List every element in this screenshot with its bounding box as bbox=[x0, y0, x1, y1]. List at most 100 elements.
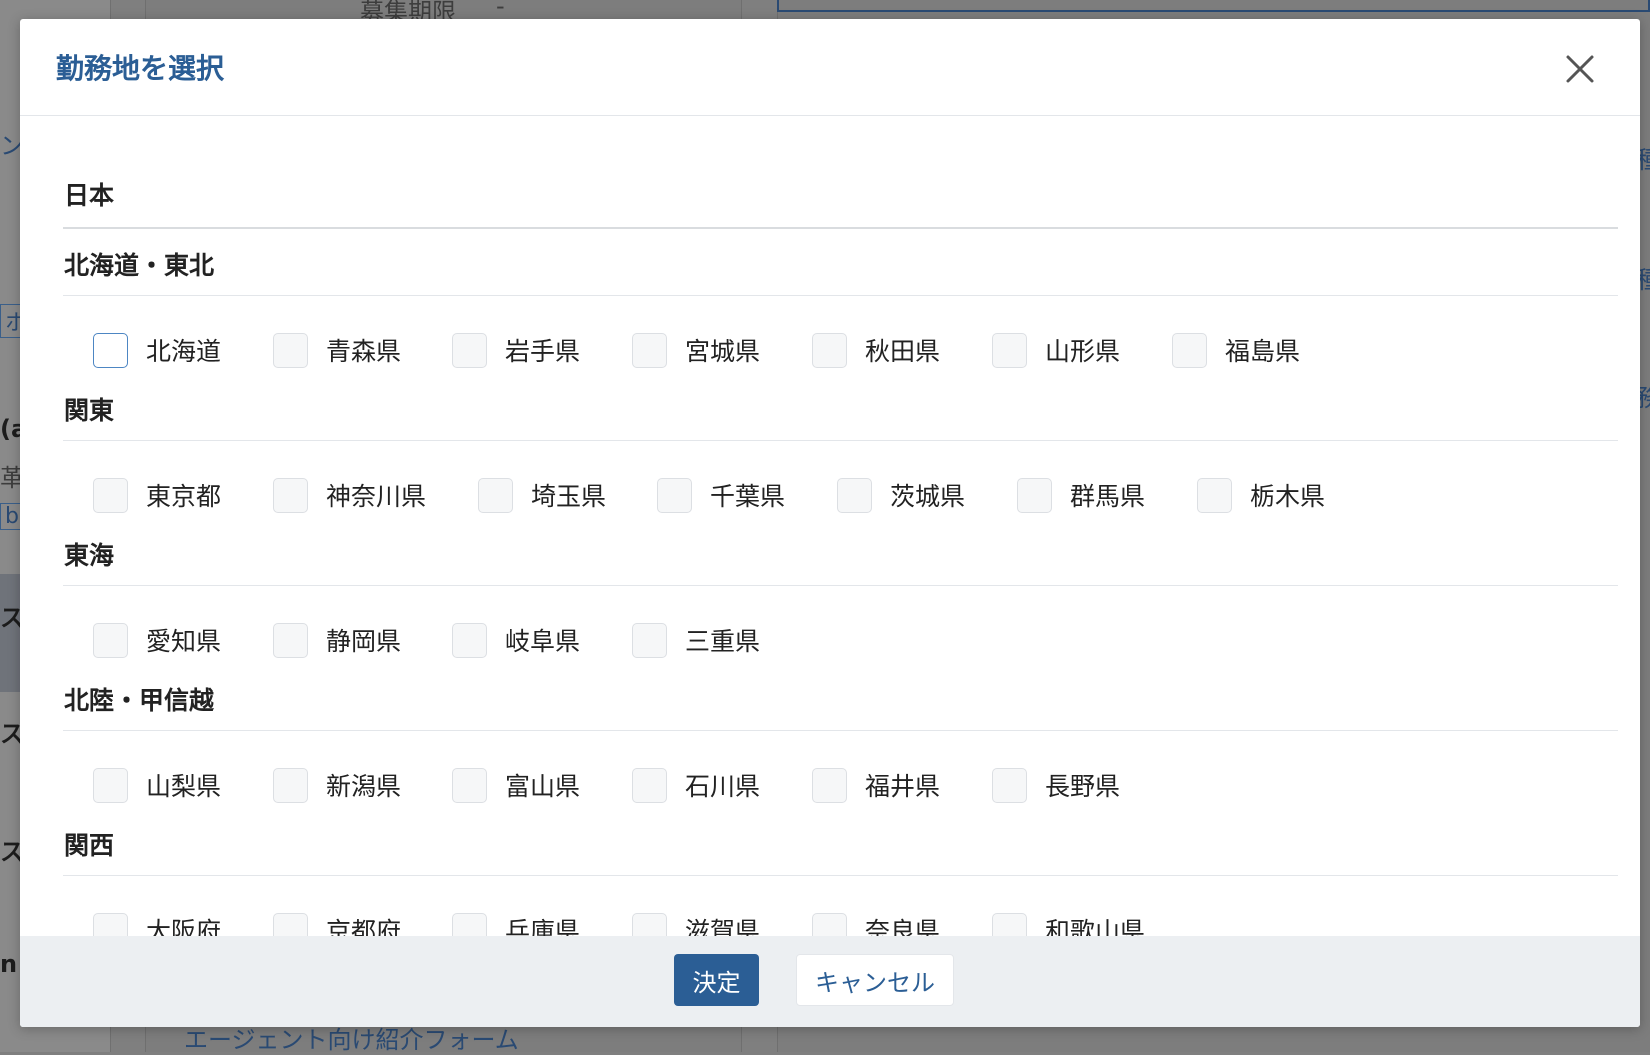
prefecture-label: 岐阜県 bbox=[505, 627, 581, 656]
prefecture-checkbox[interactable] bbox=[273, 477, 308, 513]
prefecture-option[interactable]: 山梨県 bbox=[93, 765, 221, 805]
modal-body[interactable]: 日本 北海道・東北北海道 青森県 岩手県 宮城県 秋田県 山形県 福島県関東東京都 神奈川県 埼… bbox=[20, 116, 1640, 936]
prefecture-checkbox[interactable] bbox=[812, 332, 847, 368]
prefecture-label: 京都府 bbox=[326, 917, 402, 936]
prefecture-label: 長野県 bbox=[1045, 772, 1121, 801]
prefecture-checkbox[interactable] bbox=[93, 767, 128, 803]
prefecture-checkbox[interactable] bbox=[452, 912, 487, 936]
prefecture-label: 東京都 bbox=[146, 482, 222, 511]
prefecture-label: 奈良県 bbox=[865, 917, 941, 936]
prefecture-checkbox[interactable] bbox=[992, 767, 1027, 803]
close-button[interactable] bbox=[1560, 49, 1600, 89]
prefecture-option[interactable]: 宮城県 bbox=[632, 330, 760, 370]
prefecture-option[interactable]: 秋田県 bbox=[812, 330, 940, 370]
background-input-box bbox=[777, 0, 1650, 12]
prefecture-checkbox[interactable] bbox=[273, 622, 308, 658]
prefecture-checkbox[interactable] bbox=[632, 767, 667, 803]
prefecture-option[interactable]: 青森県 bbox=[273, 330, 401, 370]
prefecture-option[interactable]: 岩手県 bbox=[452, 330, 580, 370]
prefecture-checkbox[interactable] bbox=[93, 912, 128, 936]
prefecture-checkbox[interactable] bbox=[992, 332, 1027, 368]
prefecture-option[interactable]: 愛知県 bbox=[93, 620, 221, 660]
prefecture-checkbox[interactable] bbox=[452, 622, 487, 658]
prefecture-checkbox[interactable] bbox=[812, 767, 847, 803]
modal-title: 勤務地を選択 bbox=[56, 52, 225, 85]
background-fragment: n bbox=[0, 950, 18, 978]
country-heading: 日本 bbox=[64, 181, 115, 210]
prefecture-label: 茨城県 bbox=[890, 482, 966, 511]
prefecture-option[interactable]: 滋賀県 bbox=[632, 910, 760, 936]
background-deadline-dash: - bbox=[496, 0, 505, 20]
prefecture-checkbox[interactable] bbox=[452, 767, 487, 803]
prefecture-label: 山形県 bbox=[1045, 337, 1121, 366]
region-divider bbox=[63, 585, 1618, 586]
prefecture-checkbox[interactable] bbox=[1017, 477, 1052, 513]
prefecture-checkbox[interactable] bbox=[1197, 477, 1232, 513]
modal-footer: 決定 キャンセル bbox=[20, 936, 1640, 1027]
prefecture-option[interactable]: 群馬県 bbox=[1017, 475, 1145, 515]
prefecture-label: 埼玉県 bbox=[531, 482, 607, 511]
prefecture-label: 和歌山県 bbox=[1045, 917, 1146, 936]
prefecture-checkbox[interactable] bbox=[273, 912, 308, 936]
prefecture-option[interactable]: 奈良県 bbox=[812, 910, 940, 936]
prefecture-checkbox[interactable] bbox=[837, 477, 872, 513]
prefecture-option[interactable]: 富山県 bbox=[452, 765, 580, 805]
prefecture-checkbox[interactable] bbox=[657, 477, 692, 513]
prefecture-label: 三重県 bbox=[685, 627, 761, 656]
prefecture-label: 宮城県 bbox=[685, 337, 761, 366]
prefecture-checkbox[interactable] bbox=[632, 332, 667, 368]
prefecture-checkbox[interactable] bbox=[632, 912, 667, 936]
prefecture-label: 大阪府 bbox=[146, 917, 222, 936]
prefecture-option[interactable]: 長野県 bbox=[992, 765, 1120, 805]
country-divider bbox=[63, 227, 1618, 229]
prefecture-checkbox[interactable] bbox=[273, 332, 308, 368]
prefecture-option[interactable]: 兵庫県 bbox=[452, 910, 580, 936]
prefecture-option[interactable]: 大阪府 bbox=[93, 910, 221, 936]
prefecture-option[interactable]: 福島県 bbox=[1172, 330, 1300, 370]
prefecture-label: 富山県 bbox=[505, 772, 581, 801]
prefecture-label: 秋田県 bbox=[865, 337, 941, 366]
prefecture-label: 福井県 bbox=[865, 772, 941, 801]
prefecture-checkbox[interactable] bbox=[992, 912, 1027, 936]
prefecture-option[interactable]: 新潟県 bbox=[273, 765, 401, 805]
prefecture-checkbox[interactable] bbox=[812, 912, 847, 936]
prefecture-option[interactable]: 神奈川県 bbox=[273, 475, 426, 515]
prefecture-checkbox[interactable] bbox=[93, 622, 128, 658]
confirm-button[interactable]: 決定 bbox=[674, 954, 759, 1006]
prefecture-checkbox[interactable] bbox=[1172, 332, 1207, 368]
close-icon bbox=[1566, 55, 1594, 83]
region-heading: 関西 bbox=[64, 831, 115, 860]
prefecture-option[interactable]: 北海道 bbox=[93, 330, 221, 370]
location-select-modal: 勤務地を選択 日本 北海道・東北北海道 青森県 岩手県 宮城県 秋田県 山形県 福島県関東東… bbox=[20, 19, 1640, 1027]
prefecture-checkbox[interactable] bbox=[632, 622, 667, 658]
prefecture-checkbox[interactable] bbox=[93, 332, 128, 368]
prefecture-option[interactable]: 三重県 bbox=[632, 620, 760, 660]
prefecture-checkbox[interactable] bbox=[273, 767, 308, 803]
prefecture-option[interactable]: 福井県 bbox=[812, 765, 940, 805]
prefecture-option[interactable]: 東京都 bbox=[93, 475, 221, 515]
cancel-button[interactable]: キャンセル bbox=[796, 954, 954, 1006]
prefecture-option[interactable]: 埼玉県 bbox=[478, 475, 606, 515]
prefecture-option[interactable]: 岐阜県 bbox=[452, 620, 580, 660]
region-divider bbox=[63, 295, 1618, 296]
prefecture-label: 滋賀県 bbox=[685, 917, 761, 936]
prefecture-option[interactable]: 和歌山県 bbox=[992, 910, 1145, 936]
prefecture-option[interactable]: 石川県 bbox=[632, 765, 760, 805]
prefecture-checkbox[interactable] bbox=[478, 477, 513, 513]
prefecture-label: 栃木県 bbox=[1250, 482, 1326, 511]
prefecture-checkbox[interactable] bbox=[452, 332, 487, 368]
prefecture-label: 兵庫県 bbox=[505, 917, 581, 936]
prefecture-option[interactable]: 静岡県 bbox=[273, 620, 401, 660]
prefecture-label: 神奈川県 bbox=[326, 482, 427, 511]
prefecture-option[interactable]: 京都府 bbox=[273, 910, 401, 936]
prefecture-option[interactable]: 茨城県 bbox=[837, 475, 965, 515]
prefecture-option[interactable]: 千葉県 bbox=[657, 475, 785, 515]
region-heading: 北海道・東北 bbox=[64, 251, 215, 280]
prefecture-option[interactable]: 栃木県 bbox=[1197, 475, 1325, 515]
prefecture-label: 愛知県 bbox=[146, 627, 222, 656]
prefecture-checkbox[interactable] bbox=[93, 477, 128, 513]
prefecture-label: 静岡県 bbox=[326, 627, 402, 656]
prefecture-label: 千葉県 bbox=[710, 482, 786, 511]
prefecture-option[interactable]: 山形県 bbox=[992, 330, 1120, 370]
region-heading: 関東 bbox=[64, 396, 115, 425]
